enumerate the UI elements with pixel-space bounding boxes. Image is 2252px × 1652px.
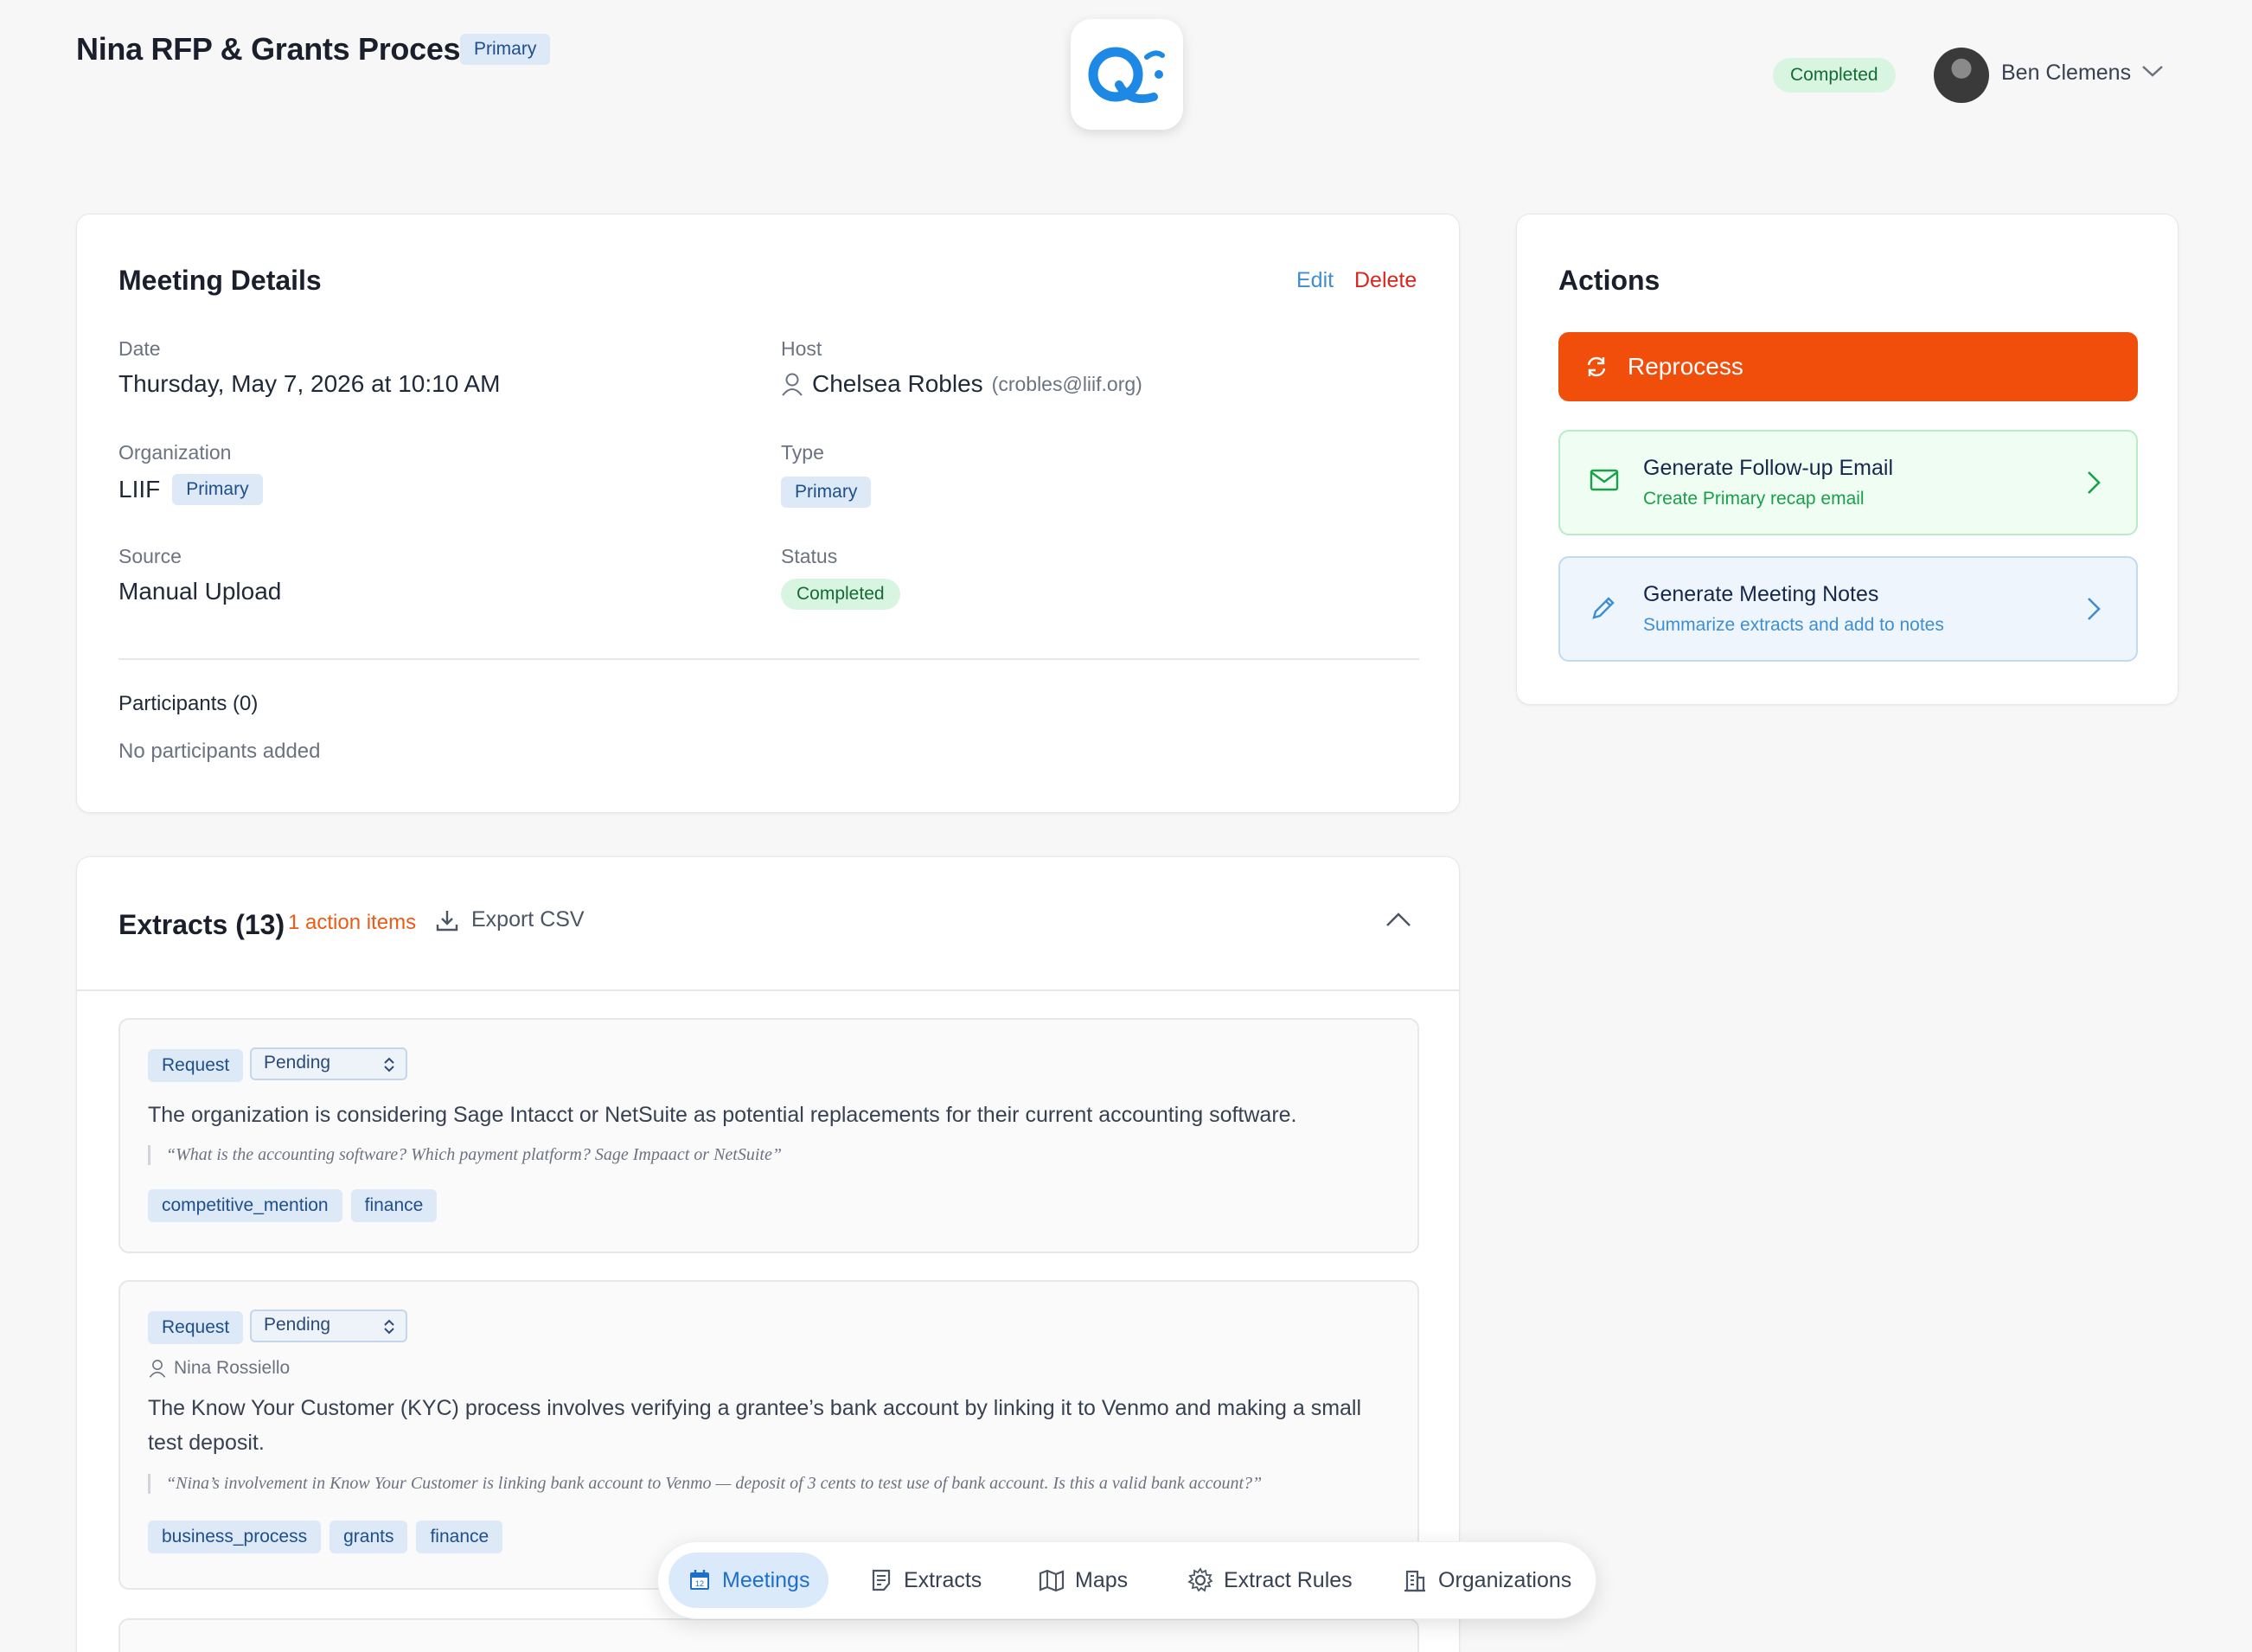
type-label: Type bbox=[781, 441, 824, 464]
nav-extract-rules-label: Extract Rules bbox=[1224, 1567, 1353, 1592]
type-value: Primary bbox=[781, 476, 872, 508]
tag[interactable]: competitive_mention bbox=[148, 1189, 342, 1222]
status-select-value: Pending bbox=[264, 1315, 331, 1335]
tag[interactable]: grants bbox=[329, 1521, 408, 1553]
edit-button[interactable]: Edit bbox=[1296, 268, 1334, 293]
bottom-nav: 12 Meetings Extracts Maps Extract Rules … bbox=[657, 1541, 1596, 1619]
notes-title: Generate Meeting Notes bbox=[1643, 582, 1879, 606]
date-label: Date bbox=[118, 337, 161, 360]
meeting-details-title: Meeting Details bbox=[118, 265, 322, 296]
status-select[interactable]: Pending bbox=[250, 1309, 407, 1342]
status-select[interactable]: Pending bbox=[250, 1047, 407, 1080]
meeting-details-card: Meeting Details Edit Delete Date Thursda… bbox=[76, 214, 1460, 813]
extracts-card: Extracts (13) 1 action items Export CSV … bbox=[76, 856, 1460, 1652]
tag-list: business_process grants finance bbox=[148, 1521, 503, 1553]
generate-meeting-notes-button[interactable]: Generate Meeting Notes Summarize extract… bbox=[1558, 556, 2138, 662]
nav-meetings[interactable]: 12 Meetings bbox=[669, 1553, 829, 1608]
chevron-right-icon bbox=[2086, 596, 2102, 626]
host-email: (crobles@liif.org) bbox=[991, 372, 1142, 395]
pencil-icon bbox=[1590, 594, 1617, 626]
status-value: Completed bbox=[781, 578, 900, 610]
svg-text:12: 12 bbox=[695, 1579, 704, 1588]
notes-subtitle: Summarize extracts and add to notes bbox=[1643, 615, 1944, 635]
type-badge: Primary bbox=[781, 477, 872, 508]
building-icon bbox=[1404, 1570, 1425, 1592]
actions-title: Actions bbox=[1558, 265, 1660, 296]
extract-type-badge: Request bbox=[148, 1311, 244, 1344]
organization-badge: Primary bbox=[172, 474, 263, 505]
download-icon bbox=[436, 910, 458, 931]
user-name[interactable]: Ben Clemens bbox=[2001, 61, 2131, 86]
extract-item bbox=[118, 1618, 1419, 1652]
select-arrows-icon bbox=[383, 1318, 395, 1341]
tag[interactable]: business_process bbox=[148, 1521, 322, 1553]
nav-extracts[interactable]: Extracts bbox=[850, 1553, 1001, 1608]
nav-maps-label: Maps bbox=[1075, 1567, 1129, 1592]
gear-icon bbox=[1187, 1567, 1213, 1592]
date-value: Thursday, May 7, 2026 at 10:10 AM bbox=[118, 370, 501, 397]
status-label: Status bbox=[781, 545, 838, 567]
followup-subtitle: Create Primary recap email bbox=[1643, 489, 1865, 509]
participants-title: Participants (0) bbox=[118, 692, 259, 715]
chevron-right-icon bbox=[2086, 470, 2102, 500]
host-label: Host bbox=[781, 337, 822, 360]
source-value: Manual Upload bbox=[118, 578, 282, 605]
extract-quote: “Nina’s involvement in Know Your Custome… bbox=[148, 1474, 1262, 1494]
nav-extracts-label: Extracts bbox=[904, 1567, 982, 1592]
action-items-count[interactable]: 1 action items bbox=[288, 911, 416, 935]
divider bbox=[118, 658, 1419, 660]
chevron-up-icon[interactable] bbox=[1385, 911, 1412, 932]
extract-quote: “What is the accounting software? Which … bbox=[148, 1145, 782, 1165]
speaker: Nina Rossiello bbox=[148, 1358, 290, 1379]
document-icon bbox=[872, 1569, 891, 1591]
host-name: Chelsea Robles bbox=[812, 370, 983, 397]
export-csv-button[interactable]: Export CSV bbox=[435, 907, 585, 932]
divider bbox=[77, 989, 1459, 991]
nav-meetings-label: Meetings bbox=[722, 1567, 810, 1592]
participants-empty: No participants added bbox=[118, 740, 321, 763]
avatar[interactable] bbox=[1934, 48, 1989, 103]
extract-text: The organization is considering Sage Int… bbox=[148, 1103, 1297, 1127]
app-logo[interactable] bbox=[1071, 19, 1183, 130]
nav-extract-rules[interactable]: Extract Rules bbox=[1168, 1553, 1372, 1608]
nav-organizations-label: Organizations bbox=[1438, 1567, 1572, 1592]
reprocess-label: Reprocess bbox=[1628, 353, 1743, 380]
followup-title: Generate Follow-up Email bbox=[1643, 456, 1894, 480]
organization-value: LIIF Primary bbox=[118, 474, 263, 505]
meeting-type-badge: Primary bbox=[460, 34, 551, 65]
select-arrows-icon bbox=[383, 1056, 395, 1079]
host-value: Chelsea Robles (crobles@liif.org) bbox=[781, 370, 1142, 398]
status-badge: Completed bbox=[1773, 58, 1896, 93]
extracts-title: Extracts (13) bbox=[118, 909, 285, 940]
extract-type-badge: Request bbox=[148, 1049, 244, 1082]
person-icon bbox=[149, 1360, 166, 1378]
nav-maps[interactable]: Maps bbox=[1020, 1553, 1147, 1608]
mail-icon bbox=[1590, 468, 1619, 496]
chevron-down-icon[interactable] bbox=[2141, 64, 2164, 82]
organization-name: LIIF bbox=[118, 476, 161, 503]
calendar-icon: 12 bbox=[690, 1570, 709, 1590]
delete-button[interactable]: Delete bbox=[1354, 268, 1417, 293]
actions-card: Actions Reprocess Generate Follow-up Ema… bbox=[1516, 214, 2178, 705]
status-badge: Completed bbox=[781, 579, 900, 610]
speaker-name: Nina Rossiello bbox=[174, 1358, 291, 1378]
source-label: Source bbox=[118, 545, 182, 567]
extract-text: The Know Your Customer (KYC) process inv… bbox=[148, 1396, 1362, 1455]
reprocess-button[interactable]: Reprocess bbox=[1558, 332, 2138, 401]
refresh-icon bbox=[1584, 355, 1609, 385]
map-icon bbox=[1039, 1569, 1065, 1592]
nav-organizations[interactable]: Organizations bbox=[1383, 1553, 1590, 1608]
person-icon bbox=[782, 373, 803, 396]
export-csv-label: Export CSV bbox=[471, 907, 585, 932]
page-title: Nina RFP & Grants Process bbox=[76, 31, 477, 67]
logo-icon bbox=[1088, 47, 1165, 104]
extract-item: Request Pending The organization is cons… bbox=[118, 1018, 1419, 1253]
status-select-value: Pending bbox=[264, 1053, 331, 1073]
tag[interactable]: finance bbox=[350, 1189, 438, 1222]
generate-followup-email-button[interactable]: Generate Follow-up Email Create Primary … bbox=[1558, 430, 2138, 535]
tag-list: competitive_mention finance bbox=[148, 1189, 438, 1222]
top-header: Nina RFP & Grants Process Primary Comple… bbox=[0, 0, 2252, 156]
tag[interactable]: finance bbox=[416, 1521, 503, 1553]
organization-label: Organization bbox=[118, 441, 232, 464]
